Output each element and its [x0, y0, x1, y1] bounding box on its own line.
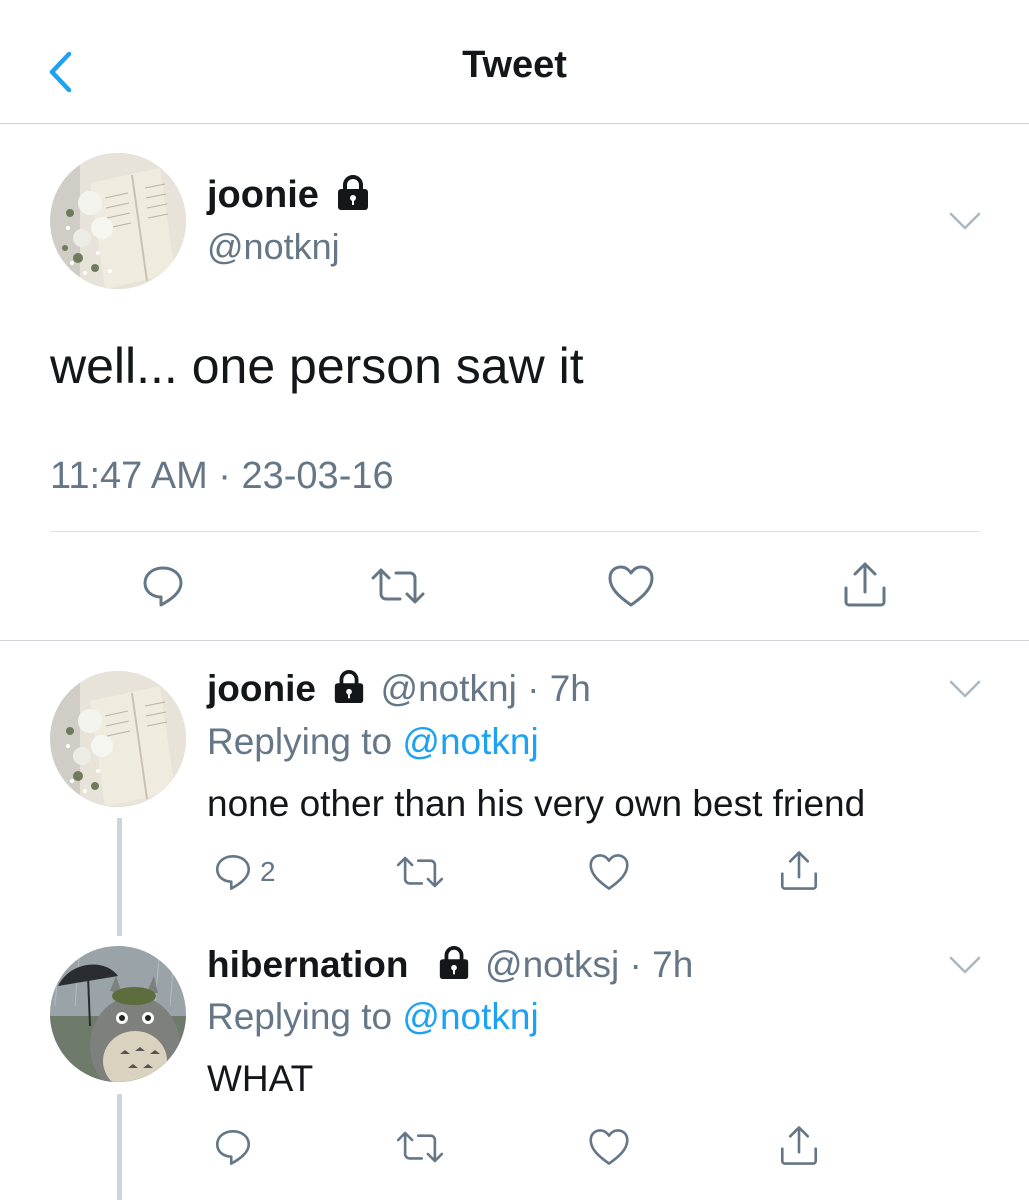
retweet-button[interactable] [370, 562, 426, 615]
share-button[interactable] [840, 560, 890, 615]
like-button[interactable] [606, 563, 656, 614]
reply-time: · 7h [629, 944, 694, 985]
reply-text: none other than his very own best friend [207, 783, 866, 824]
reply-options-button[interactable] [948, 954, 982, 976]
reply-author-name[interactable]: joonie [207, 668, 316, 709]
like-button[interactable] [587, 852, 631, 897]
tweet-options-button[interactable] [948, 210, 982, 232]
tweet-timestamp: 11:47 AM · 23-03-16 [50, 455, 394, 497]
reply-icon [143, 566, 183, 607]
author-handle[interactable]: @notknj [207, 226, 340, 268]
page-title: Tweet [462, 44, 567, 86]
share-icon [780, 1126, 818, 1165]
reply-header: joonie @notknj · 7h [207, 668, 591, 710]
chevron-down-icon [949, 212, 981, 230]
like-button[interactable] [587, 1127, 631, 1172]
retweet-button[interactable] [395, 851, 445, 898]
header-divider [0, 123, 1029, 124]
replying-to: Replying to @notknj [207, 996, 539, 1037]
heart-icon [589, 1129, 629, 1165]
reply-author-handle[interactable]: @notksj [485, 944, 619, 985]
chevron-down-icon [949, 680, 981, 698]
reply-button[interactable] [212, 851, 254, 898]
reply-icon [215, 1129, 251, 1165]
heart-icon [608, 565, 654, 607]
retweet-icon [396, 1131, 444, 1163]
lock-icon [338, 175, 369, 210]
reply-time: · 7h [527, 668, 591, 709]
tweet-text: well... one person saw it [50, 338, 584, 394]
reply-button[interactable] [139, 562, 187, 615]
actions-divider [0, 640, 1029, 641]
retweet-icon [396, 856, 444, 888]
avatar[interactable] [50, 153, 186, 289]
reply-author-name[interactable]: hibernation [207, 944, 408, 985]
share-button[interactable] [777, 1124, 821, 1173]
avatar-totoro-image [50, 946, 186, 1082]
thread-line [117, 818, 122, 936]
replying-to: Replying to @notknj [207, 721, 539, 762]
author-name[interactable]: joonie [207, 174, 371, 217]
reply-avatar[interactable] [50, 946, 186, 1082]
lock-icon [335, 670, 364, 704]
mention-link[interactable]: @notknj [402, 721, 538, 762]
timestamp-divider [50, 531, 980, 532]
share-icon [780, 851, 818, 890]
reply-icon [215, 854, 251, 890]
heart-icon [589, 854, 629, 890]
reply-header: hibernation @notksj · 7h [207, 944, 693, 986]
thread-line [117, 1094, 122, 1200]
reply-options-button[interactable] [948, 678, 982, 700]
reply-button[interactable] [212, 1126, 254, 1173]
share-icon [844, 562, 886, 607]
lock-icon [439, 946, 468, 980]
reply-text: WHAT [207, 1058, 314, 1099]
retweet-icon [371, 568, 425, 604]
avatar-book-image [50, 153, 186, 289]
chevron-down-icon [949, 956, 981, 974]
reply-author-handle[interactable]: @notknj [381, 668, 517, 709]
mention-link[interactable]: @notknj [402, 996, 538, 1037]
avatar-book-image [50, 671, 186, 807]
reply-avatar[interactable] [50, 671, 186, 807]
share-button[interactable] [777, 849, 821, 898]
retweet-button[interactable] [395, 1126, 445, 1173]
reply-count: 2 [260, 856, 276, 887]
